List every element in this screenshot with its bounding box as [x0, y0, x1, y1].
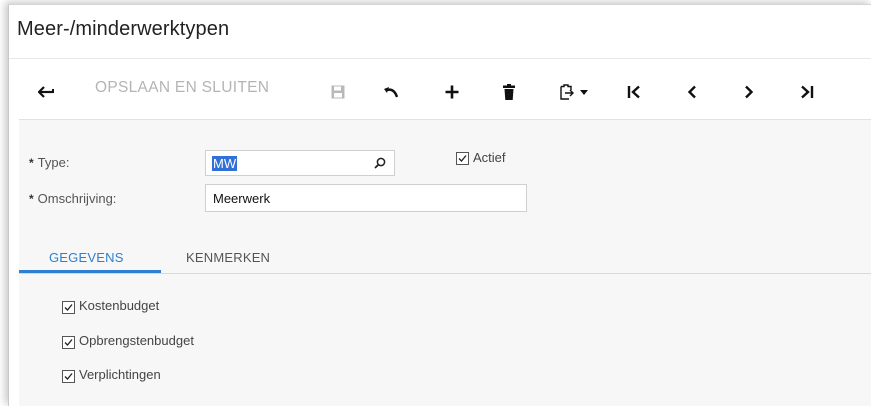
required-marker: * [29, 192, 34, 206]
undo-icon [382, 85, 398, 99]
type-label-text: Type: [37, 155, 70, 170]
save-and-close-button[interactable]: OPSLAAN EN SLUITEN [95, 79, 269, 97]
back-button[interactable] [31, 75, 61, 109]
first-record-icon [627, 85, 641, 99]
clipboard-menu-button[interactable] [553, 75, 595, 109]
first-record-button[interactable] [621, 75, 647, 109]
type-input[interactable]: MW [205, 150, 395, 176]
search-icon[interactable] [374, 157, 386, 172]
window: Meer-/minderwerktypen OPSLAAN EN SLUITEN [8, 4, 871, 406]
delete-icon [503, 84, 515, 100]
last-record-button[interactable] [794, 75, 820, 109]
next-record-button[interactable] [736, 75, 762, 109]
opbrengstenbudget-label: Opbrengstenbudget [79, 333, 194, 348]
kostenbudget-label: Kostenbudget [79, 298, 160, 313]
next-record-icon [744, 85, 754, 99]
verplichtingen-checkbox[interactable] [62, 370, 75, 383]
description-value: Meerwerk [213, 191, 271, 206]
required-marker: * [29, 156, 34, 170]
description-label: * Omschrijving: [29, 191, 116, 206]
back-arrow-icon [38, 86, 54, 98]
tab-gegevens[interactable]: GEGEVENS [49, 250, 124, 265]
type-value: MW [212, 156, 238, 171]
save-button[interactable] [325, 75, 351, 109]
tab-kenmerken[interactable]: KENMERKEN [186, 250, 270, 265]
clipboard-icon [560, 84, 574, 100]
toolbar: OPSLAAN EN SLUITEN [9, 67, 871, 117]
active-checkbox[interactable] [456, 152, 469, 165]
page-title: Meer-/minderwerktypen [17, 18, 230, 40]
form-area: * Type: MW Actief * Omschrijving: Meerwerk… [19, 119, 871, 406]
chevron-down-icon [580, 89, 588, 95]
opbrengstenbudget-checkbox[interactable] [62, 336, 75, 349]
title-divider [9, 58, 871, 59]
type-label: * Type: [29, 155, 69, 170]
delete-button[interactable] [496, 75, 522, 109]
description-input[interactable]: Meerwerk [205, 184, 527, 212]
save-icon [331, 85, 345, 99]
kostenbudget-checkbox[interactable] [62, 301, 75, 314]
undo-button[interactable] [377, 75, 403, 109]
tabs-divider [19, 273, 871, 274]
add-icon [445, 85, 459, 99]
verplichtingen-label: Verplichtingen [79, 367, 161, 382]
active-label: Actief [473, 150, 506, 165]
last-record-icon [800, 85, 814, 99]
previous-record-button[interactable] [679, 75, 705, 109]
description-label-text: Omschrijving: [37, 191, 117, 206]
add-button[interactable] [439, 75, 465, 109]
previous-record-icon [687, 85, 697, 99]
